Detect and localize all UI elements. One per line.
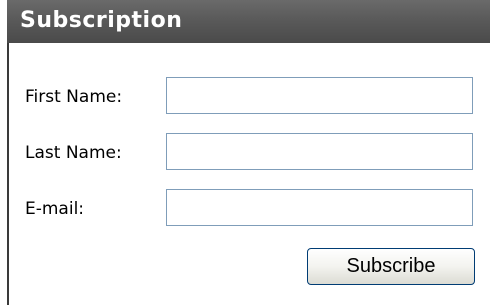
panel-title: Subscription [20,8,183,33]
subscribe-button[interactable]: Subscribe [307,248,475,285]
subscription-panel: Subscription First Name: Last Name: E-ma… [7,0,490,305]
first-name-label: First Name: [25,87,123,107]
first-name-field[interactable] [166,77,473,114]
subscription-form: First Name: Last Name: E-mail: Subscribe [7,43,490,305]
last-name-label: Last Name: [25,143,122,163]
last-name-field[interactable] [166,133,473,170]
email-field[interactable] [166,189,473,226]
panel-header: Subscription [7,0,490,43]
email-label: E-mail: [25,199,85,219]
